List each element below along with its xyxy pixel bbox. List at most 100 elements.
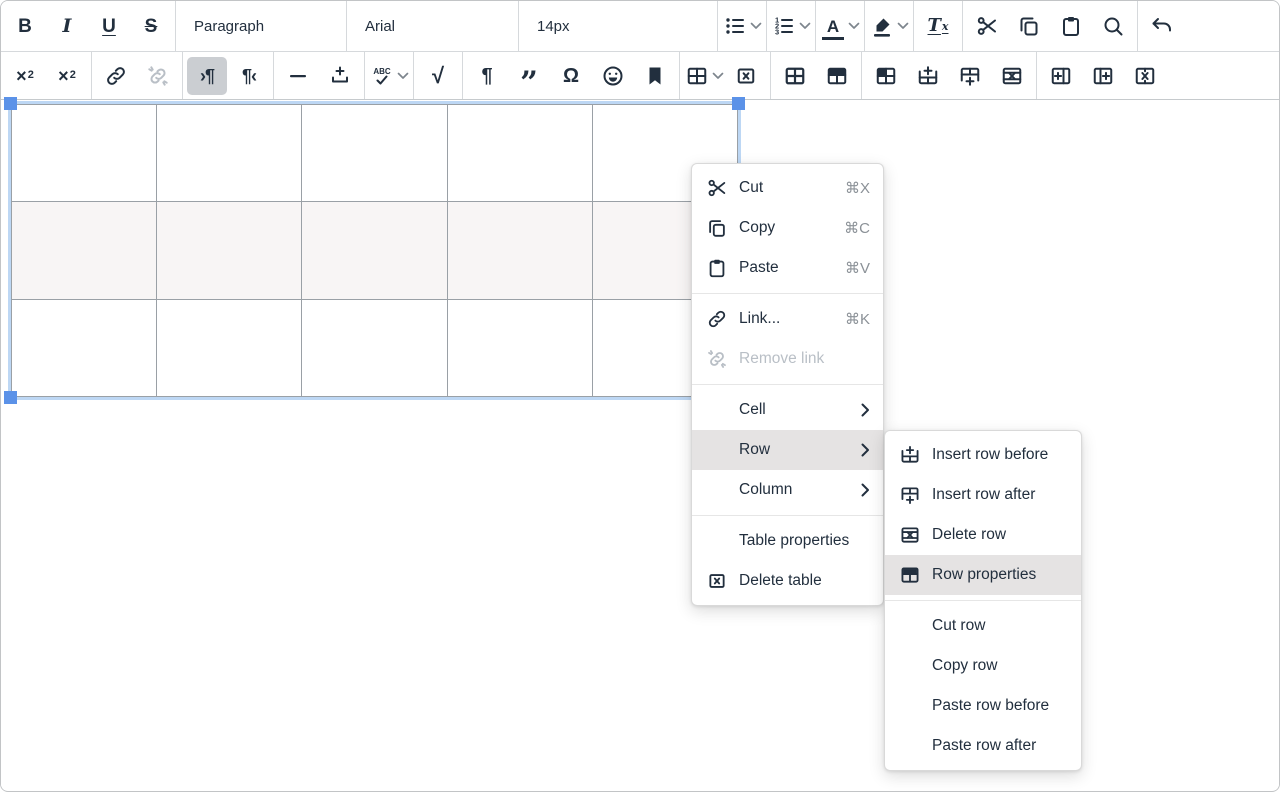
delete-row-button[interactable] [992,57,1032,95]
row-submenu-item-insert-row-after[interactable]: Insert row after [885,475,1081,515]
resize-handle-bottom-left[interactable] [4,391,17,404]
no-icon [705,529,729,553]
toolbar-group [862,52,1037,99]
toolbar-group [92,52,183,99]
context-menu-item-delete-table[interactable]: Delete table [692,561,883,601]
row-submenu-item-insert-row-before[interactable]: Insert row before [885,435,1081,475]
table-cell[interactable] [302,105,447,202]
table-cell[interactable] [12,202,157,299]
menu-item-label: Paste row after [932,737,1068,755]
resize-handle-top-right[interactable] [732,97,745,110]
paragraph-mark-button[interactable]: ¶ [467,57,507,95]
context-menu-item-remove-link: Remove link [692,339,883,379]
row-submenu-item-delete-row[interactable]: Delete row [885,515,1081,555]
table-cell[interactable] [447,202,592,299]
insert-column-after-button[interactable] [1083,57,1123,95]
content-table[interactable] [11,104,738,397]
blockquote-button[interactable]: ” [509,57,549,95]
strikethrough-button[interactable]: S [131,7,171,45]
insert-row-after-button[interactable] [950,57,990,95]
editor-content[interactable]: Cut⌘XCopy⌘CPaste⌘V Link...⌘KRemove link Ce… [1,100,1279,790]
rtl-direction-button[interactable]: ¶‹ [229,57,269,95]
table-cell[interactable] [447,105,592,202]
menu-item-shortcut: ⌘V [845,259,870,277]
paste-button[interactable] [1051,7,1091,45]
toolbar-group [680,52,771,99]
row-properties-button[interactable] [817,57,857,95]
square-root-button[interactable]: √ [418,57,458,95]
underline-button[interactable]: U [89,7,129,45]
no-icon [898,614,922,638]
table-cell[interactable] [447,299,592,396]
table-properties-icon [782,63,808,89]
menu-divider [692,515,883,516]
insert-table-button[interactable] [684,57,724,95]
font-family-select[interactable]: Arial [351,7,514,45]
menu-divider [692,384,883,385]
table-cell[interactable] [12,105,157,202]
context-menu-item-cell[interactable]: Cell [692,390,883,430]
row-submenu-item-row-properties[interactable]: Row properties [885,555,1081,595]
cell-properties-button[interactable] [866,57,906,95]
table-properties-button[interactable] [775,57,815,95]
toolbar-group: BIUS [1,1,176,51]
highlight-color-button[interactable] [869,7,909,45]
table-cell[interactable] [302,202,447,299]
selected-table[interactable] [11,104,738,397]
context-menu-item-row[interactable]: Row [692,430,883,470]
superscript-button[interactable]: ×2 [5,57,45,95]
context-menu-item-cut[interactable]: Cut⌘X [692,168,883,208]
font-size-label: 14px [537,18,570,35]
ltr-direction-button[interactable]: ›¶ [187,57,227,95]
delete-table-button[interactable] [726,57,766,95]
row-submenu-item-paste-row-after[interactable]: Paste row after [885,726,1081,766]
table-cell[interactable] [157,202,302,299]
table-row [12,299,738,396]
emoji-button[interactable] [593,57,633,95]
anchor-button[interactable] [635,57,675,95]
horizontal-rule-button[interactable] [278,57,318,95]
row-submenu-item-cut-row[interactable]: Cut row [885,606,1081,646]
search-button[interactable] [1093,7,1133,45]
insert-row-before-icon [915,63,941,89]
context-menu-item-link[interactable]: Link...⌘K [692,299,883,339]
cut-button[interactable] [967,7,1007,45]
text-color-button[interactable]: A [820,7,860,45]
table-cell[interactable] [157,299,302,396]
bullet-list-button[interactable] [722,7,762,45]
table-cell[interactable] [302,299,447,396]
chevron-down-icon [799,22,811,30]
text-color-icon: A [820,13,846,39]
delete-column-button[interactable] [1125,57,1165,95]
resize-handle-top-left[interactable] [4,97,17,110]
copy-button[interactable] [1009,7,1049,45]
paste-icon [705,256,729,280]
context-menu-item-copy[interactable]: Copy⌘C [692,208,883,248]
insert-link-button[interactable] [96,57,136,95]
row-submenu-item-paste-row-before[interactable]: Paste row before [885,686,1081,726]
numbered-list-button[interactable]: 123 [771,7,811,45]
nonbreaking-space-button[interactable] [320,57,360,95]
remove-link-button[interactable] [138,57,178,95]
special-character-button[interactable]: Ω [551,57,591,95]
spellcheck-button[interactable]: ABC [369,57,409,95]
insert-column-before-button[interactable] [1041,57,1081,95]
context-menu-item-table-properties[interactable]: Table properties [692,521,883,561]
table-cell[interactable] [12,299,157,396]
font-size-select[interactable]: 14px [523,7,713,45]
context-menu-item-paste[interactable]: Paste⌘V [692,248,883,288]
no-icon [898,654,922,678]
paragraph-format-select[interactable]: Paragraph [180,7,342,45]
italic-button[interactable]: I [47,7,87,45]
context-menu-item-column[interactable]: Column [692,470,883,510]
undo-button[interactable] [1142,7,1182,45]
bold-button[interactable]: B [5,7,45,45]
toolbar-group: Arial [347,1,519,51]
insert-row-before-button[interactable] [908,57,948,95]
row-submenu-item-copy-row[interactable]: Copy row [885,646,1081,686]
clear-formatting-button[interactable]: Tx [918,7,958,45]
subscript-button[interactable]: ×2 [47,57,87,95]
toolbar-group: A [816,1,865,51]
table-cell[interactable] [157,105,302,202]
clear-formatting-icon: Tx [925,13,951,39]
